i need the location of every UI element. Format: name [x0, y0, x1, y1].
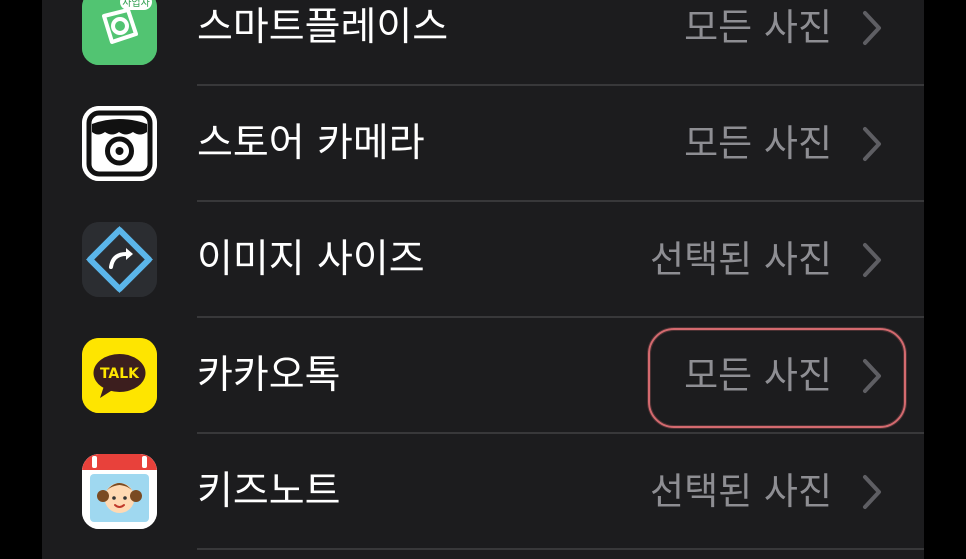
app-name: 이미지 사이즈	[197, 237, 425, 282]
kidsnote-app-icon	[82, 454, 157, 529]
app-row-smartplace[interactable]: 사업자 스마트플레이스 모든 사진	[42, 0, 924, 86]
chevron-right-icon	[863, 127, 881, 161]
app-name: 키즈노트	[197, 469, 341, 514]
chevron-right-icon	[863, 475, 881, 509]
app-name: 카카오톡	[197, 353, 341, 398]
app-row-kidsnote[interactable]: 키즈노트 선택된 사진	[42, 434, 924, 550]
access-value: 선택된 사진	[650, 238, 832, 281]
app-row-image-size[interactable]: 이미지 사이즈 선택된 사진	[42, 202, 924, 318]
app-row-store-camera[interactable]: 스토어 카메라 모든 사진	[42, 86, 924, 202]
svg-text:사업자: 사업자	[122, 0, 150, 9]
chevron-right-icon	[863, 359, 881, 393]
row-divider	[197, 548, 924, 550]
image-size-app-icon	[82, 222, 157, 297]
svg-text:TALK: TALK	[100, 366, 140, 382]
access-value: 선택된 사진	[650, 470, 832, 513]
app-row-kakaotalk[interactable]: TALK 카카오톡 모든 사진	[42, 318, 924, 434]
store-camera-app-icon	[82, 106, 157, 181]
access-value: 모든 사진	[684, 6, 832, 49]
access-value: 모든 사진	[684, 122, 832, 165]
access-value: 모든 사진	[684, 354, 832, 397]
app-name: 스마트플레이스	[197, 5, 449, 50]
chevron-right-icon	[863, 243, 881, 277]
app-name: 스토어 카메라	[197, 121, 425, 166]
chevron-right-icon	[863, 11, 881, 45]
app-list-panel: 사업자 스마트플레이스 모든 사진 스토어 카메라 모든 사진 이미지 사이즈 …	[42, 0, 924, 559]
photos-permission-screen: 사업자 스마트플레이스 모든 사진 스토어 카메라 모든 사진 이미지 사이즈 …	[0, 0, 966, 559]
smartplace-app-icon: 사업자	[82, 0, 157, 65]
kakaotalk-app-icon: TALK	[82, 338, 157, 413]
